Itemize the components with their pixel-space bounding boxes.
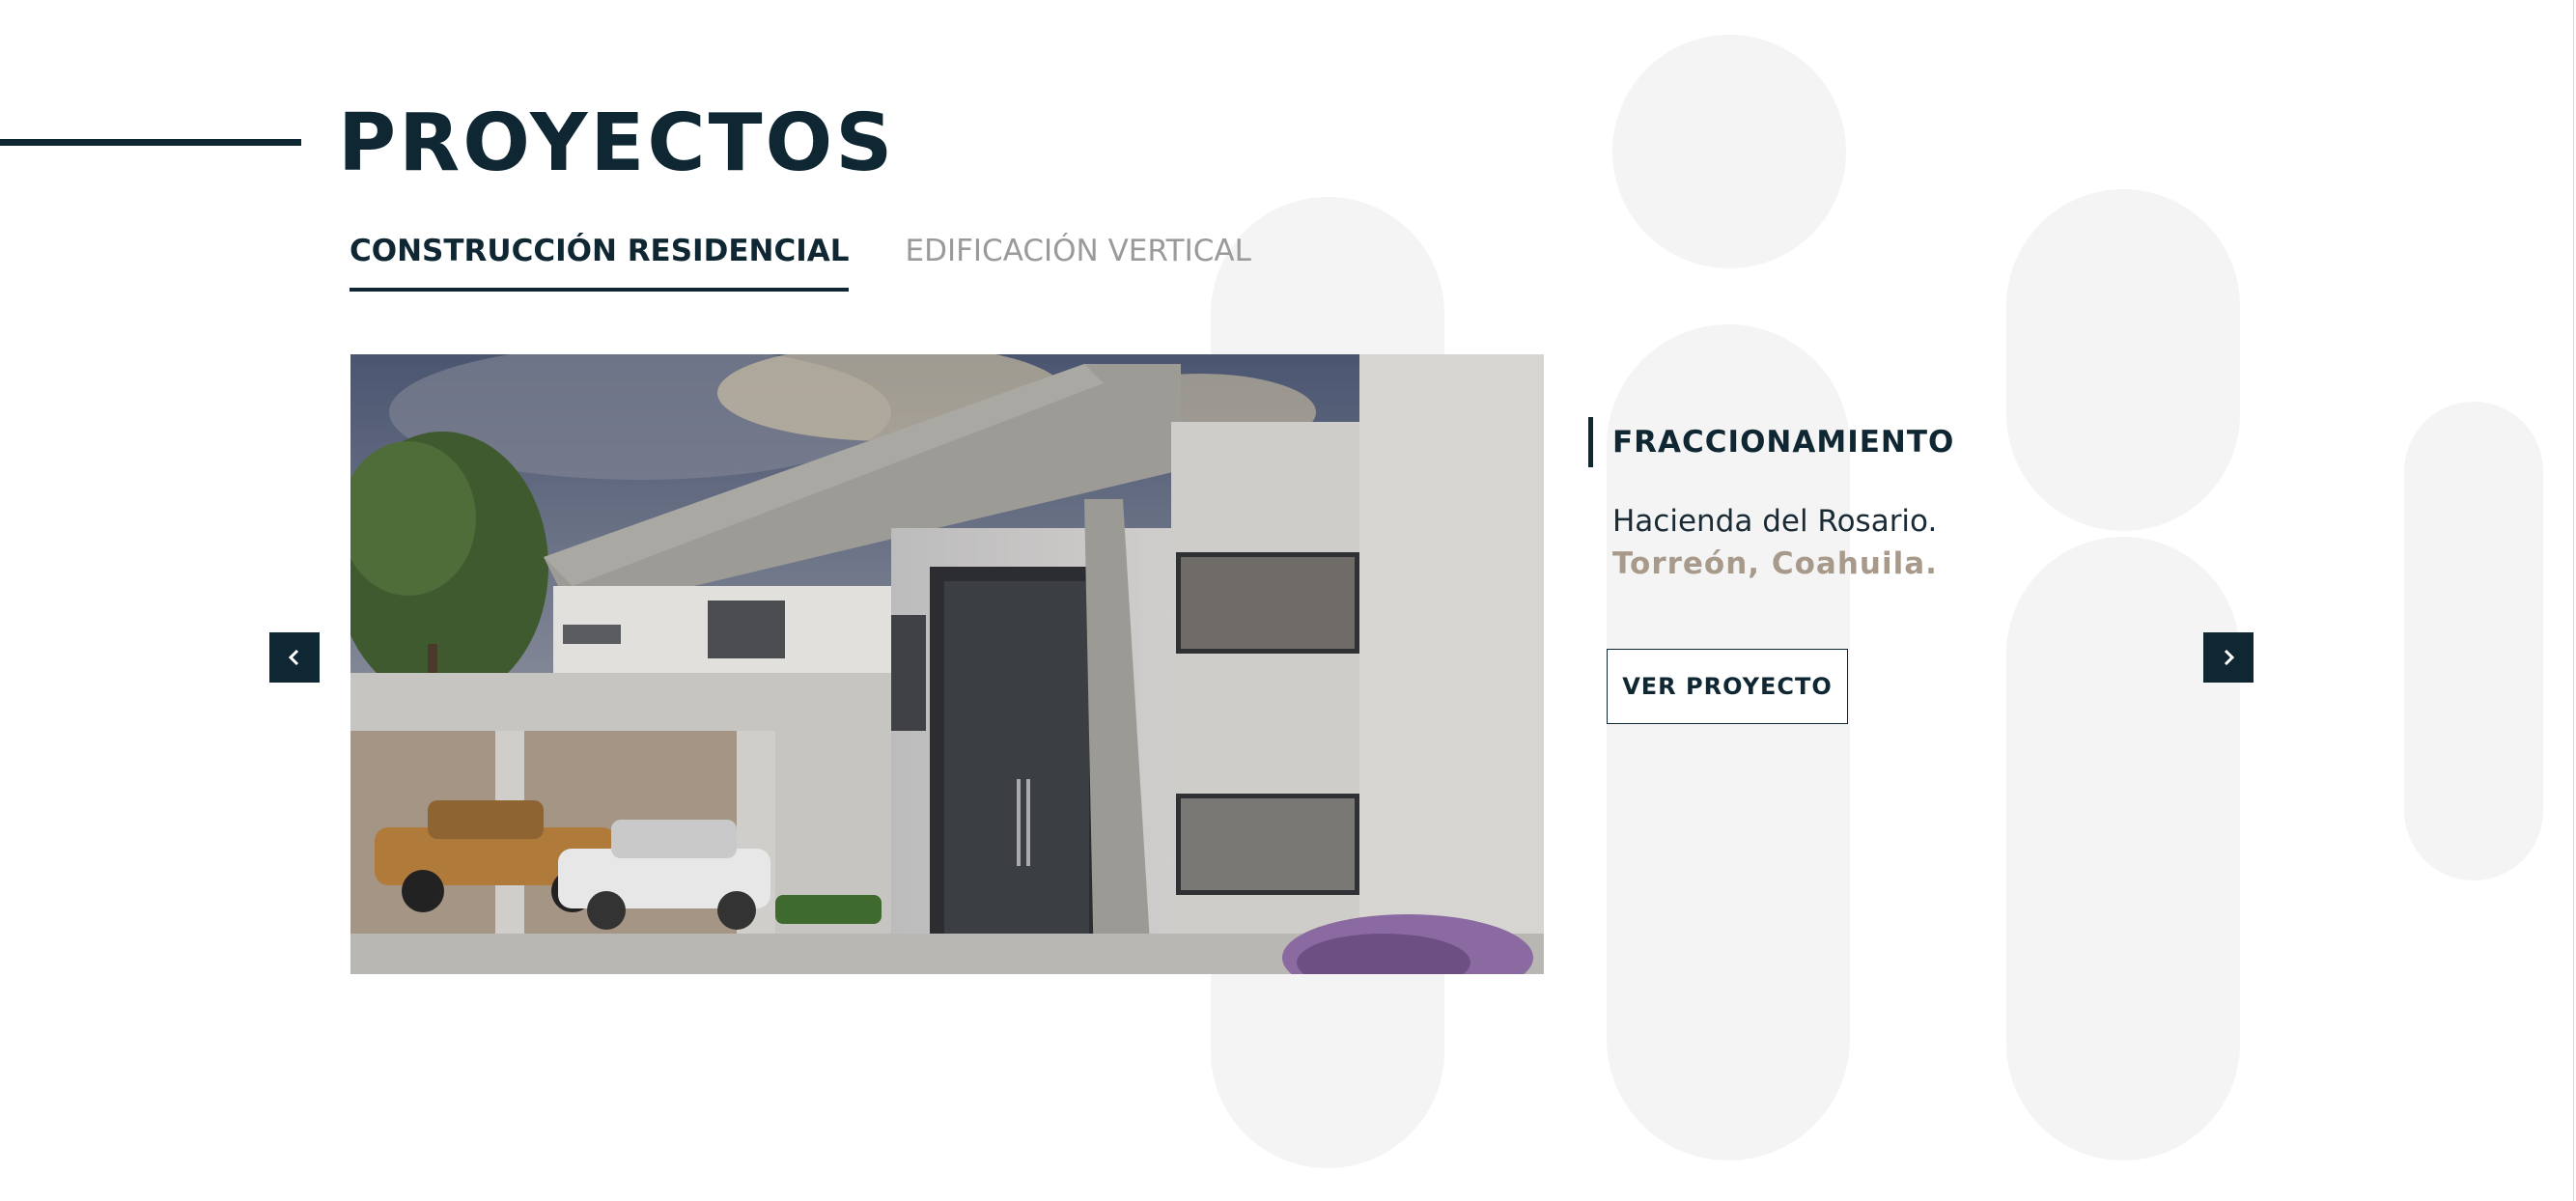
carousel-prev-button[interactable] [269, 632, 320, 683]
category-accent-bar [1588, 417, 1593, 467]
decor-pill [2006, 189, 2240, 531]
project-tabs: CONSTRUCCIÓN RESIDENCIAL EDIFICACIÓN VER… [350, 228, 1251, 292]
tab-edificacion-vertical[interactable]: EDIFICACIÓN VERTICAL [905, 228, 1250, 292]
tab-construccion-residencial[interactable]: CONSTRUCCIÓN RESIDENCIAL [350, 228, 850, 292]
project-image [350, 354, 1544, 974]
decor-circle [1612, 35, 1846, 268]
carousel-next-button[interactable] [2203, 632, 2254, 683]
chevron-left-icon [288, 649, 299, 666]
decor-pill [2006, 537, 2240, 1160]
title-rule [0, 139, 301, 146]
house-render-image [350, 354, 1544, 974]
project-name: Hacienda del Rosario. [1612, 504, 1938, 539]
ver-proyecto-button[interactable]: VER PROYECTO [1607, 649, 1848, 724]
project-category: FRACCIONAMIENTO [1612, 425, 1955, 460]
project-location: Torreón, Coahuila. [1612, 546, 1938, 581]
page-edge-line [2573, 0, 2574, 1201]
chevron-right-icon [2224, 649, 2235, 666]
decor-pill [2404, 402, 2543, 880]
page-title: PROYECTOS [338, 98, 896, 189]
